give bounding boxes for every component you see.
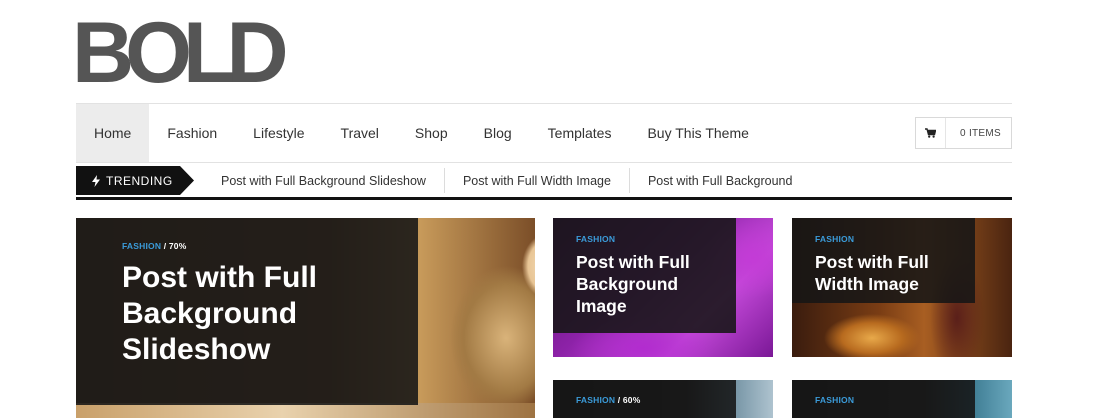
- nav-item-home[interactable]: Home: [76, 104, 150, 162]
- svg-text:BOLD: BOLD: [76, 18, 286, 84]
- score-label: / 70%: [163, 241, 187, 251]
- featured-post-title[interactable]: Post with Full Background Slideshow: [122, 260, 317, 368]
- nav-item-blog[interactable]: Blog: [466, 104, 530, 162]
- title-line: Post with Full: [122, 261, 317, 294]
- nav-divider-bottom: [76, 162, 1012, 163]
- post-title[interactable]: Post with Full Background Image: [576, 251, 690, 317]
- cart-label: 0 ITEMS: [960, 127, 1001, 139]
- featured-post-image-strip: [76, 403, 535, 418]
- trending-link[interactable]: Post with Full Width Image: [443, 168, 629, 193]
- title-line: Slideshow: [122, 333, 271, 366]
- nav-item-travel[interactable]: Travel: [323, 104, 397, 162]
- nav-item-buy-this-theme[interactable]: Buy This Theme: [629, 104, 766, 162]
- category-label[interactable]: FASHION: [576, 234, 615, 244]
- post-card[interactable]: FASHION Post with Full Width Image: [792, 218, 1012, 357]
- cart-icon: [916, 118, 946, 148]
- title-line: Background: [576, 274, 679, 294]
- trending-link[interactable]: Post with Full Background Slideshow: [203, 168, 444, 193]
- nav-item-lifestyle[interactable]: Lifestyle: [235, 104, 322, 162]
- title-line: Post with Full: [576, 252, 690, 272]
- bold-logo[interactable]: BOLD: [76, 18, 298, 84]
- post-card[interactable]: FASHION: [792, 380, 1012, 418]
- trending-divider: [76, 197, 1012, 200]
- trending-link[interactable]: Post with Full Background: [628, 168, 811, 193]
- post-title[interactable]: Post with Full Width Image: [815, 251, 929, 295]
- post-meta: FASHION / 60%: [576, 395, 641, 405]
- lightning-icon: [92, 174, 100, 187]
- featured-post-card[interactable]: FASHION / 70% Post with Full Background …: [76, 218, 535, 418]
- post-meta: FASHION: [576, 234, 615, 244]
- post-meta: FASHION: [815, 395, 854, 405]
- title-line: Image: [576, 296, 627, 316]
- trending-label: TRENDING: [106, 173, 173, 188]
- trending-badge: TRENDING: [76, 166, 194, 195]
- title-line: Post with Full: [815, 252, 929, 272]
- post-card[interactable]: FASHION / 60%: [553, 380, 773, 418]
- score-label: / 60%: [617, 395, 641, 405]
- cart-button[interactable]: 0 ITEMS: [915, 117, 1012, 149]
- nav-item-templates[interactable]: Templates: [530, 104, 630, 162]
- category-label[interactable]: FASHION: [815, 395, 854, 405]
- nav-item-shop[interactable]: Shop: [397, 104, 466, 162]
- nav-item-fashion[interactable]: Fashion: [149, 104, 235, 162]
- category-label[interactable]: FASHION: [815, 234, 854, 244]
- featured-post-meta: FASHION / 70%: [122, 241, 187, 251]
- category-label[interactable]: FASHION: [122, 241, 161, 251]
- category-label[interactable]: FASHION: [576, 395, 615, 405]
- title-line: Background: [122, 297, 298, 330]
- trending-links: Post with Full Background Slideshow Post…: [203, 168, 810, 193]
- title-line: Width Image: [815, 274, 919, 294]
- post-meta: FASHION: [815, 234, 854, 244]
- main-nav: Home Fashion Lifestyle Travel Shop Blog …: [76, 104, 1012, 162]
- post-card[interactable]: FASHION Post with Full Background Image: [553, 218, 773, 357]
